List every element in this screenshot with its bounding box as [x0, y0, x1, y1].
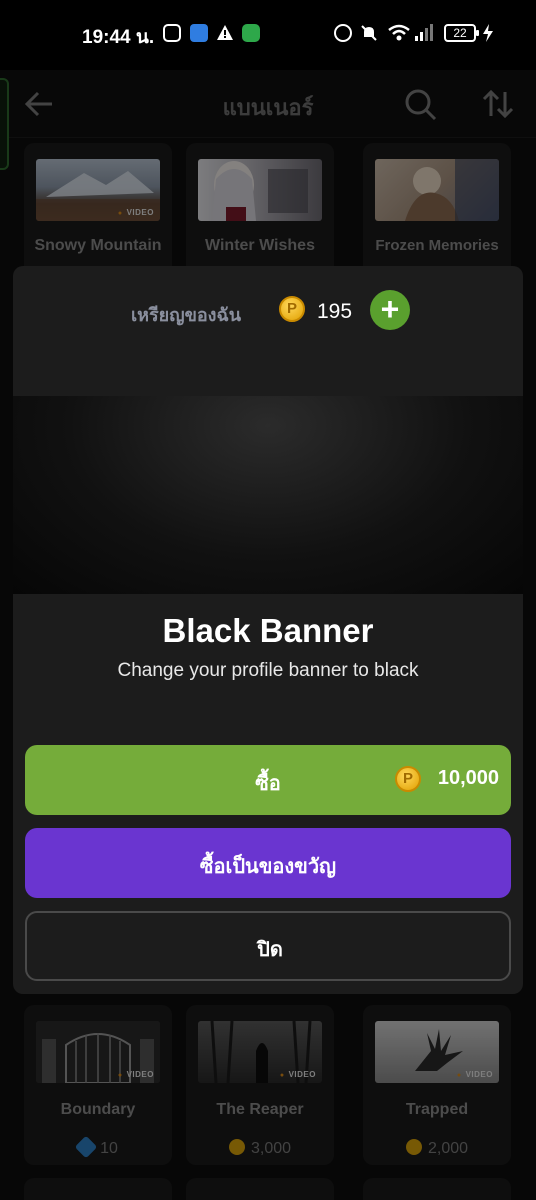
signal-icon: [414, 24, 433, 42]
buy-as-gift-button[interactable]: ซื้อเป็นของขวัญ: [25, 828, 511, 898]
buy-price: 10,000: [437, 767, 499, 789]
warning-icon: [216, 24, 234, 42]
wifi-icon: [388, 24, 410, 42]
banner-preview: [13, 396, 523, 594]
item-description: Change your profile banner to black: [117, 660, 419, 681]
mute-icon: [360, 24, 378, 42]
my-coins-label: เหรียญของฉัน: [131, 305, 242, 325]
purchase-sheet: เหรียญของฉัน P 195 + Black Banner Change…: [13, 266, 523, 994]
status-bar: 19:44 น. 22: [0, 0, 536, 70]
coin-icon: P: [279, 296, 305, 322]
add-coins-button[interactable]: +: [370, 290, 410, 330]
close-button[interactable]: ปิด: [25, 911, 511, 981]
coin-icon: P: [395, 766, 421, 792]
alarm-icon: [334, 24, 352, 42]
gift-button-label: ซื้อเป็นของขวัญ: [199, 856, 337, 878]
charging-icon: [481, 24, 499, 42]
app-icon: [190, 24, 208, 42]
coin-balance: 195: [317, 300, 353, 323]
buy-button[interactable]: ซื้อ P 10,000: [25, 745, 511, 815]
battery-indicator: 22: [444, 24, 479, 42]
close-button-label: ปิด: [257, 939, 283, 961]
status-time: 19:44 น.: [82, 27, 155, 48]
item-title: Black Banner: [162, 612, 374, 649]
instagram-icon: [163, 24, 181, 42]
shield-icon: [242, 24, 260, 42]
